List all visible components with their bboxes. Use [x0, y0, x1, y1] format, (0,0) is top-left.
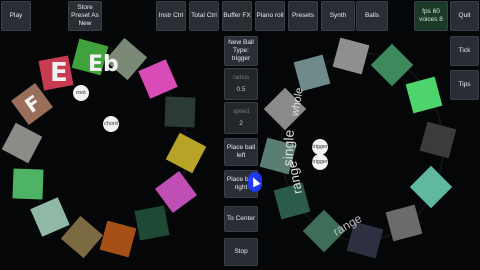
instr-ctrl-button[interactable]: Instr Ctrl — [156, 1, 186, 31]
piano-roll-button[interactable]: Piano roll — [255, 1, 285, 31]
play-button[interactable]: Play — [1, 1, 31, 31]
trigger-ball[interactable]: trigger — [312, 139, 328, 155]
quit-button[interactable]: Quit — [450, 1, 479, 31]
new-ball-type-button[interactable]: New Ball Type: trigger — [224, 36, 258, 66]
left-wheel-pad-4[interactable] — [163, 96, 196, 128]
balls-button[interactable]: Balls — [356, 1, 388, 31]
root-ball[interactable]: root — [73, 85, 89, 101]
left-wheel-pad-11[interactable] — [12, 168, 44, 200]
speed-control[interactable]: speed 2 — [224, 102, 258, 134]
left-wheel-pad-7[interactable] — [134, 205, 170, 241]
tips-button[interactable]: Tips — [450, 70, 479, 100]
total-ctrl-button[interactable]: Total Ctrl — [189, 1, 219, 31]
store-preset-button[interactable]: Store Preset As New — [68, 1, 102, 31]
buffer-fx-button[interactable]: Buffer FX — [222, 1, 252, 31]
synth-button[interactable]: Synth — [321, 1, 355, 31]
trigger-ball[interactable]: trigger — [312, 154, 328, 170]
fps-readout: fps 60 voices 8 — [414, 1, 448, 31]
tick-button[interactable]: Tick — [450, 36, 479, 66]
presets-button[interactable]: Presets — [288, 1, 318, 31]
speed-label: speed — [232, 109, 250, 115]
note-label-e: E — [50, 58, 68, 88]
radius-control[interactable]: radius 0.5 — [224, 68, 258, 100]
chord-ball[interactable]: chord — [103, 116, 119, 132]
place-ball-left-button[interactable]: Place ball left — [224, 138, 258, 166]
radius-value: 0.5 — [236, 86, 246, 93]
speed-value: 2 — [239, 120, 243, 127]
stop-button[interactable]: Stop — [224, 238, 258, 266]
radius-label: radius — [232, 75, 250, 81]
to-center-button[interactable]: To Center — [224, 206, 258, 232]
note-label-eb: Eb — [88, 52, 119, 77]
